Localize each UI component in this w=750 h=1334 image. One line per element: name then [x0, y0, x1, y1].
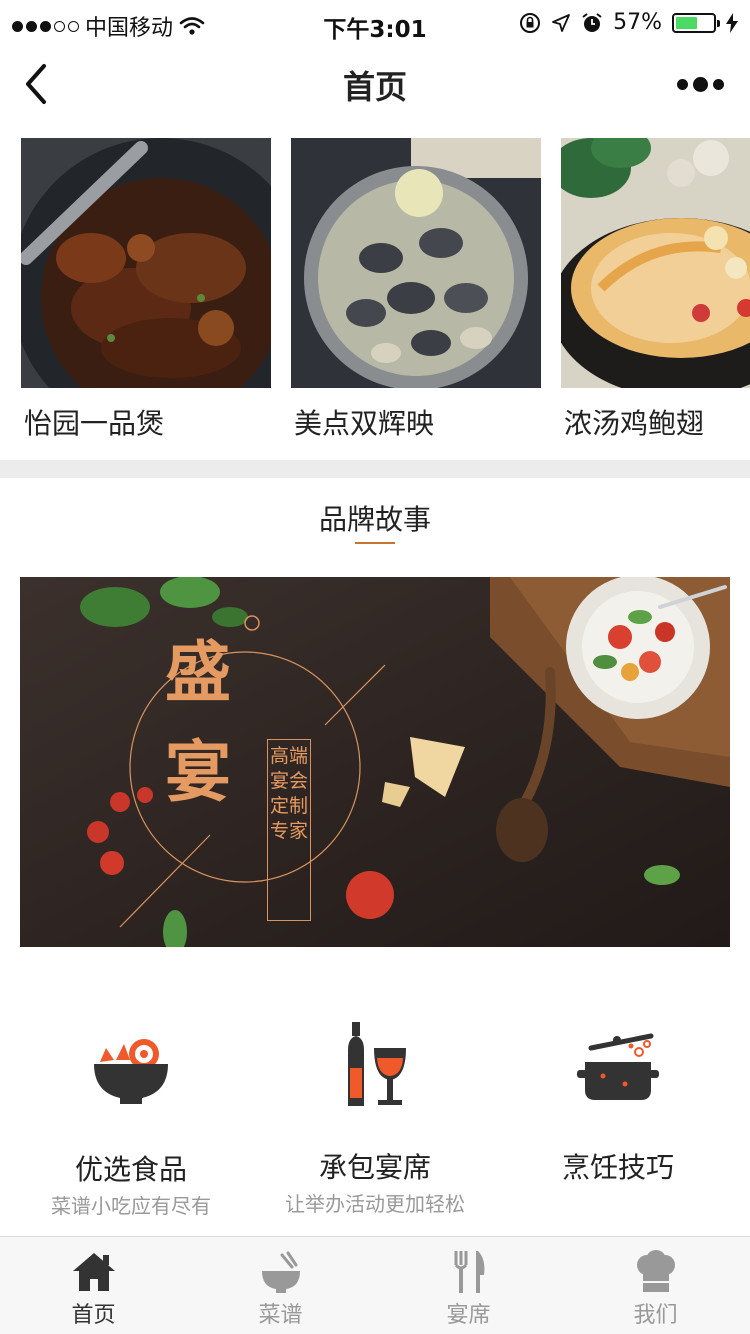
- page-title: 首页: [342, 68, 407, 106]
- back-button[interactable]: [18, 58, 62, 108]
- food-bowl-icon: [94, 1039, 168, 1104]
- feature-title: 烹饪技巧: [561, 1151, 674, 1184]
- product-carousel[interactable]: 怡园一品煲 美点双辉映 浓汤鸡鲍翅: [0, 138, 750, 460]
- wine-icon: [348, 1022, 406, 1106]
- product-name: 怡园一品煲: [24, 407, 165, 440]
- braised-meat-pot-photo: [21, 138, 271, 388]
- location-arrow-icon: [552, 13, 570, 32]
- more-options-button[interactable]: [670, 64, 730, 104]
- banner-char-feast-1: 盛: [165, 633, 231, 711]
- tab-label: 首页: [71, 1303, 116, 1328]
- product-name: 浓汤鸡鲍翅: [564, 407, 705, 440]
- rotation-lock-icon: [520, 12, 541, 33]
- navigation-bar: 首页: [0, 50, 750, 118]
- section-title: 品牌故事: [318, 503, 431, 536]
- section-divider: [0, 460, 750, 478]
- feature-item[interactable]: 优选食品 菜谱小吃应有尽有: [6, 1010, 256, 1218]
- tab-label: 宴席: [446, 1303, 491, 1328]
- feature-grid: 优选食品 菜谱小吃应有尽有 承包宴席 让举办活动更加轻松 烹饪技巧: [0, 1010, 750, 1230]
- tab-home[interactable]: 首页: [0, 1237, 187, 1334]
- product-card[interactable]: 美点双辉映: [291, 138, 541, 460]
- home-icon: [72, 1253, 115, 1291]
- cooking-pot-icon: [577, 1033, 659, 1100]
- tab-recipes[interactable]: 菜谱: [187, 1237, 374, 1334]
- chef-hat-icon: [636, 1250, 675, 1292]
- product-card[interactable]: 怡园一品煲: [21, 138, 271, 460]
- bowl-icon: [261, 1251, 300, 1293]
- feature-description: 菜谱小吃应有尽有: [51, 1194, 211, 1218]
- tab-banquet[interactable]: 宴席: [375, 1237, 562, 1334]
- product-card[interactable]: 浓汤鸡鲍翅: [561, 138, 750, 460]
- chicken-soup-pot-photo: [561, 138, 750, 388]
- clams-pan-photo: [291, 138, 541, 388]
- feature-title: 优选食品: [74, 1153, 187, 1186]
- cutlery-icon: [454, 1251, 484, 1293]
- alarm-icon: [582, 12, 602, 32]
- feature-description: 让举办活动更加轻松: [285, 1192, 465, 1216]
- status-bar: 中国移动 下午3:01 57%: [0, 0, 750, 50]
- more-dot: [712, 78, 724, 90]
- tab-label: 我们: [633, 1303, 678, 1328]
- feature-item[interactable]: 承包宴席 让举办活动更加轻松: [250, 1010, 500, 1216]
- feature-title: 承包宴席: [318, 1151, 431, 1184]
- tab-bar: 首页 菜谱 宴席 我们: [0, 1236, 750, 1334]
- banner-slogan: 高端宴会定制专家: [267, 739, 311, 921]
- section-title-underline: [355, 542, 395, 544]
- banner-artwork: [20, 577, 730, 947]
- banner-char-feast-2: 宴: [165, 733, 231, 811]
- status-right: 57%: [519, 10, 738, 35]
- more-dot: [692, 76, 708, 92]
- brand-banner[interactable]: 盛 宴 高端宴会定制专家: [20, 577, 730, 947]
- charging-bolt-icon: [726, 12, 738, 33]
- tab-label: 菜谱: [258, 1303, 303, 1328]
- feature-item[interactable]: 烹饪技巧: [493, 1010, 743, 1184]
- product-name: 美点双辉映: [294, 407, 435, 440]
- tab-about-us[interactable]: 我们: [562, 1237, 749, 1334]
- battery-percent: 57%: [613, 10, 662, 35]
- chevron-left-icon: [26, 64, 46, 104]
- more-dot: [676, 78, 688, 90]
- battery-icon: [672, 12, 720, 33]
- app-screen: 中国移动 下午3:01 57% 首页 怡园一品煲 美点双辉映 浓汤鸡鲍翅 品牌故…: [0, 0, 750, 1334]
